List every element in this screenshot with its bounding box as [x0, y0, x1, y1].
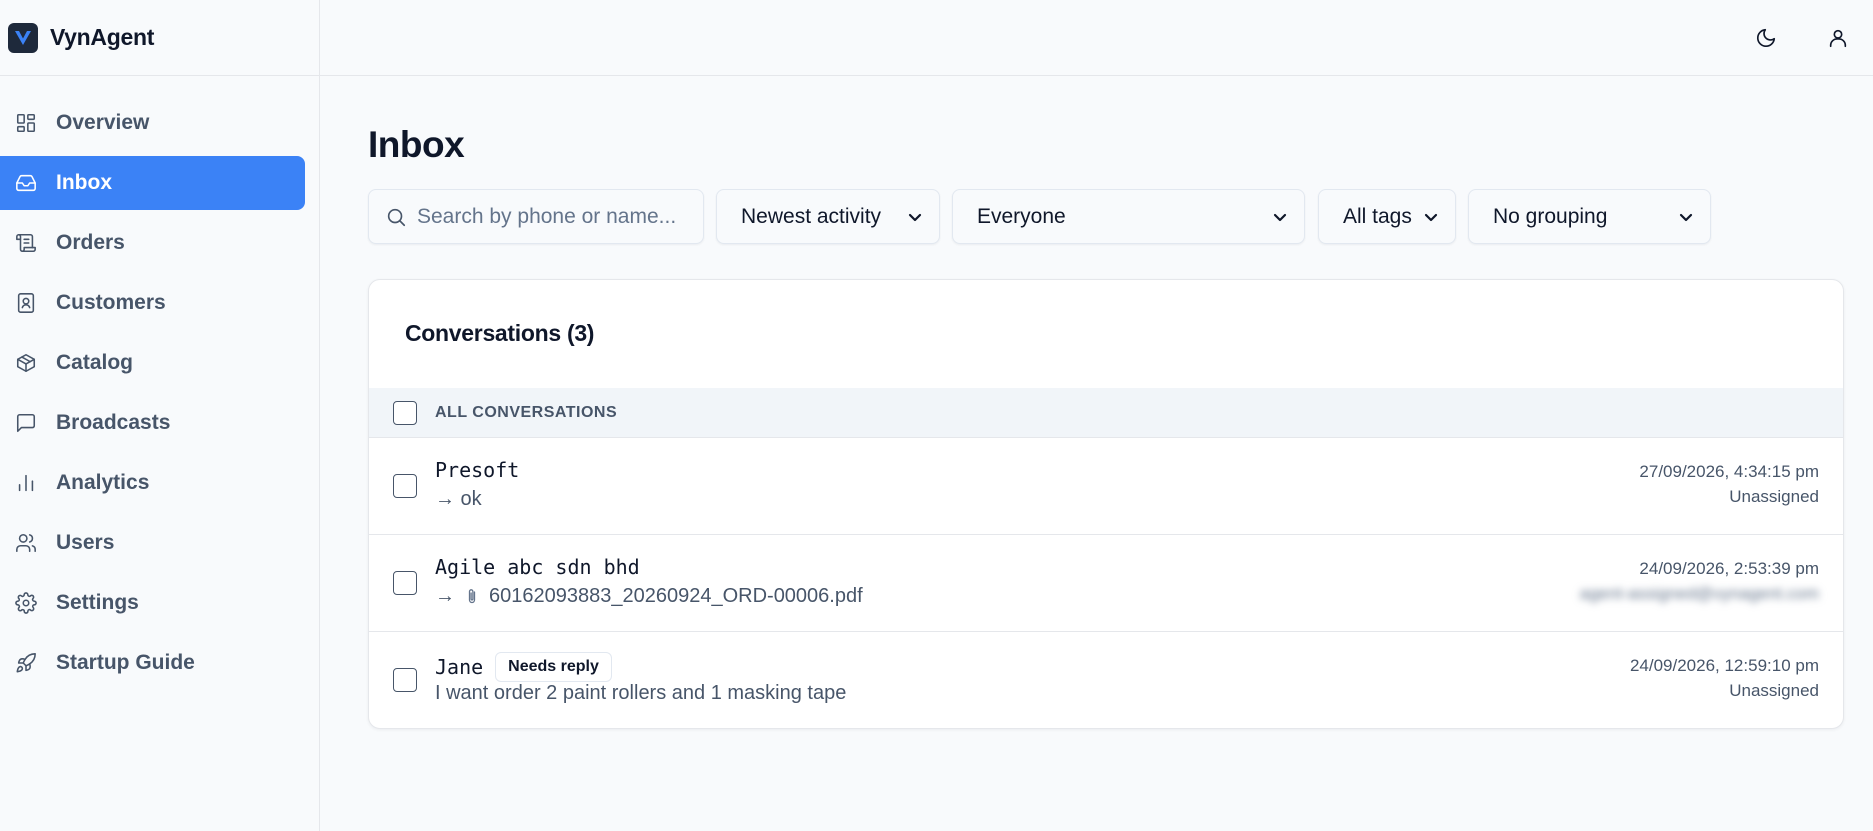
attachment-filename: 60162093883_20260924_ORD-00006.pdf — [489, 585, 863, 607]
select-all-checkbox[interactable] — [393, 400, 417, 425]
conversations-card: Conversations (3) ALL CONVERSATIONS Pres… — [368, 279, 1844, 729]
sidebar-item-label: Catalog — [56, 351, 134, 374]
search-input[interactable] — [417, 204, 687, 229]
sidebar-item-catalog[interactable]: Catalog — [0, 336, 305, 390]
sidebar-item-label: Orders — [56, 231, 125, 254]
users-icon — [14, 531, 38, 555]
needs-reply-badge: Needs reply — [495, 652, 612, 682]
sidebar-item-label: Overview — [56, 111, 150, 134]
search-icon — [387, 208, 406, 226]
assignee-label: agent-assigned@vynagent.com — [1579, 584, 1819, 603]
sidebar-item-label: Customers — [56, 291, 166, 314]
assignee-select[interactable]: Everyone — [952, 189, 1305, 244]
tags-select[interactable]: All tags — [1318, 189, 1456, 244]
sidebar-item-label: Broadcasts — [56, 411, 171, 434]
app-name: VynAgent — [50, 24, 155, 50]
assignee-label: Unassigned — [1729, 487, 1819, 506]
contact-name: Jane Needs reply — [435, 652, 612, 682]
sidebar-item-inbox[interactable]: Inbox — [0, 156, 305, 210]
chevron-down-icon — [1273, 213, 1287, 221]
message-square-icon — [14, 411, 38, 435]
contact-name-text: Jane — [435, 655, 484, 679]
brand[interactable]: VynAgent — [0, 0, 319, 76]
message-preview: → 60162093883_20260924_ORD-00006.pdf — [435, 585, 863, 608]
sidebar-item-label: Inbox — [56, 171, 112, 194]
contact-name-text: Presoft — [435, 458, 520, 482]
user-icon — [1829, 29, 1847, 48]
bar-chart-icon — [14, 471, 38, 495]
chevron-down-icon — [908, 213, 922, 221]
sidebar-item-orders[interactable]: Orders — [0, 216, 305, 270]
sidebar-item-label: Startup Guide — [56, 651, 195, 674]
message-preview: → ok — [435, 488, 482, 511]
moon-icon — [1756, 28, 1776, 48]
tags-select-value: All tags — [1343, 204, 1412, 228]
topbar — [320, 0, 1873, 76]
conversation-timestamp: 24/09/2026, 12:59:10 pm — [1629, 656, 1819, 675]
contact-name-text: Agile abc sdn bhd — [435, 555, 640, 579]
sidebar-item-overview[interactable]: Overview — [0, 96, 305, 150]
conversation-timestamp: 27/09/2026, 4:34:15 pm — [1639, 462, 1819, 481]
assignee-select-value: Everyone — [977, 204, 1066, 228]
sidebar-item-startup-guide[interactable]: Startup Guide — [0, 636, 305, 690]
message-preview: I want order 2 paint rollers and 1 maski… — [435, 682, 846, 705]
sidebar: VynAgent Overview Inbox Orders Customers… — [0, 0, 320, 831]
grouping-select-value: No grouping — [1493, 204, 1608, 228]
conversations-title: Conversations (3) — [405, 320, 595, 346]
page-title: Inbox — [368, 124, 465, 165]
theme-toggle-button[interactable] — [1747, 19, 1785, 57]
package-icon — [14, 351, 38, 375]
dashboard-icon — [14, 111, 38, 135]
sidebar-item-users[interactable]: Users — [0, 516, 305, 570]
chevron-down-icon — [1679, 213, 1693, 221]
receipt-icon — [14, 231, 38, 255]
gear-icon — [14, 591, 38, 615]
assignee-label: Unassigned — [1729, 681, 1819, 700]
inbox-icon — [14, 171, 38, 195]
message-preview-text: I want order 2 paint rollers and 1 maski… — [435, 682, 847, 704]
preview-arrow: → — [435, 585, 455, 607]
contact-name: Presoft — [435, 458, 519, 482]
conversation-row[interactable]: Jane Needs reply I want order 2 paint ro… — [369, 632, 1843, 728]
grouping-select[interactable]: No grouping — [1468, 189, 1711, 244]
sidebar-item-label: Users — [56, 531, 115, 554]
sidebar-item-label: Settings — [56, 591, 139, 614]
message-preview-text: → ok — [435, 488, 482, 510]
contact-book-icon — [14, 291, 38, 315]
conversation-timestamp: 24/09/2026, 2:53:39 pm — [1639, 559, 1819, 578]
sidebar-item-broadcasts[interactable]: Broadcasts — [0, 396, 305, 450]
row-checkbox[interactable] — [393, 668, 417, 692]
sidebar-item-settings[interactable]: Settings — [0, 576, 305, 630]
list-header-label: ALL CONVERSATIONS — [435, 403, 618, 421]
vynagent-logo-icon — [8, 22, 38, 53]
list-header: ALL CONVERSATIONS — [369, 388, 1843, 438]
rocket-icon — [14, 651, 38, 675]
sidebar-nav: Overview Inbox Orders Customers Catalog … — [0, 76, 319, 690]
row-checkbox[interactable] — [393, 474, 417, 498]
sidebar-item-label: Analytics — [56, 471, 150, 494]
conversation-row[interactable]: Presoft → ok 27/09/2026, 4:34:15 pm Unas… — [369, 438, 1843, 535]
sidebar-item-analytics[interactable]: Analytics — [0, 456, 305, 510]
conversation-row[interactable]: Agile abc sdn bhd → 60162093883_20260924… — [369, 535, 1843, 632]
user-menu-button[interactable] — [1819, 19, 1857, 57]
sidebar-item-customers[interactable]: Customers — [0, 276, 305, 330]
sort-select[interactable]: Newest activity — [716, 189, 940, 244]
search-box[interactable] — [368, 189, 704, 244]
sort-select-value: Newest activity — [741, 204, 882, 228]
contact-name: Agile abc sdn bhd — [435, 555, 640, 579]
paperclip-icon — [468, 588, 476, 603]
chevron-down-icon — [1424, 213, 1438, 221]
row-checkbox[interactable] — [393, 571, 417, 595]
